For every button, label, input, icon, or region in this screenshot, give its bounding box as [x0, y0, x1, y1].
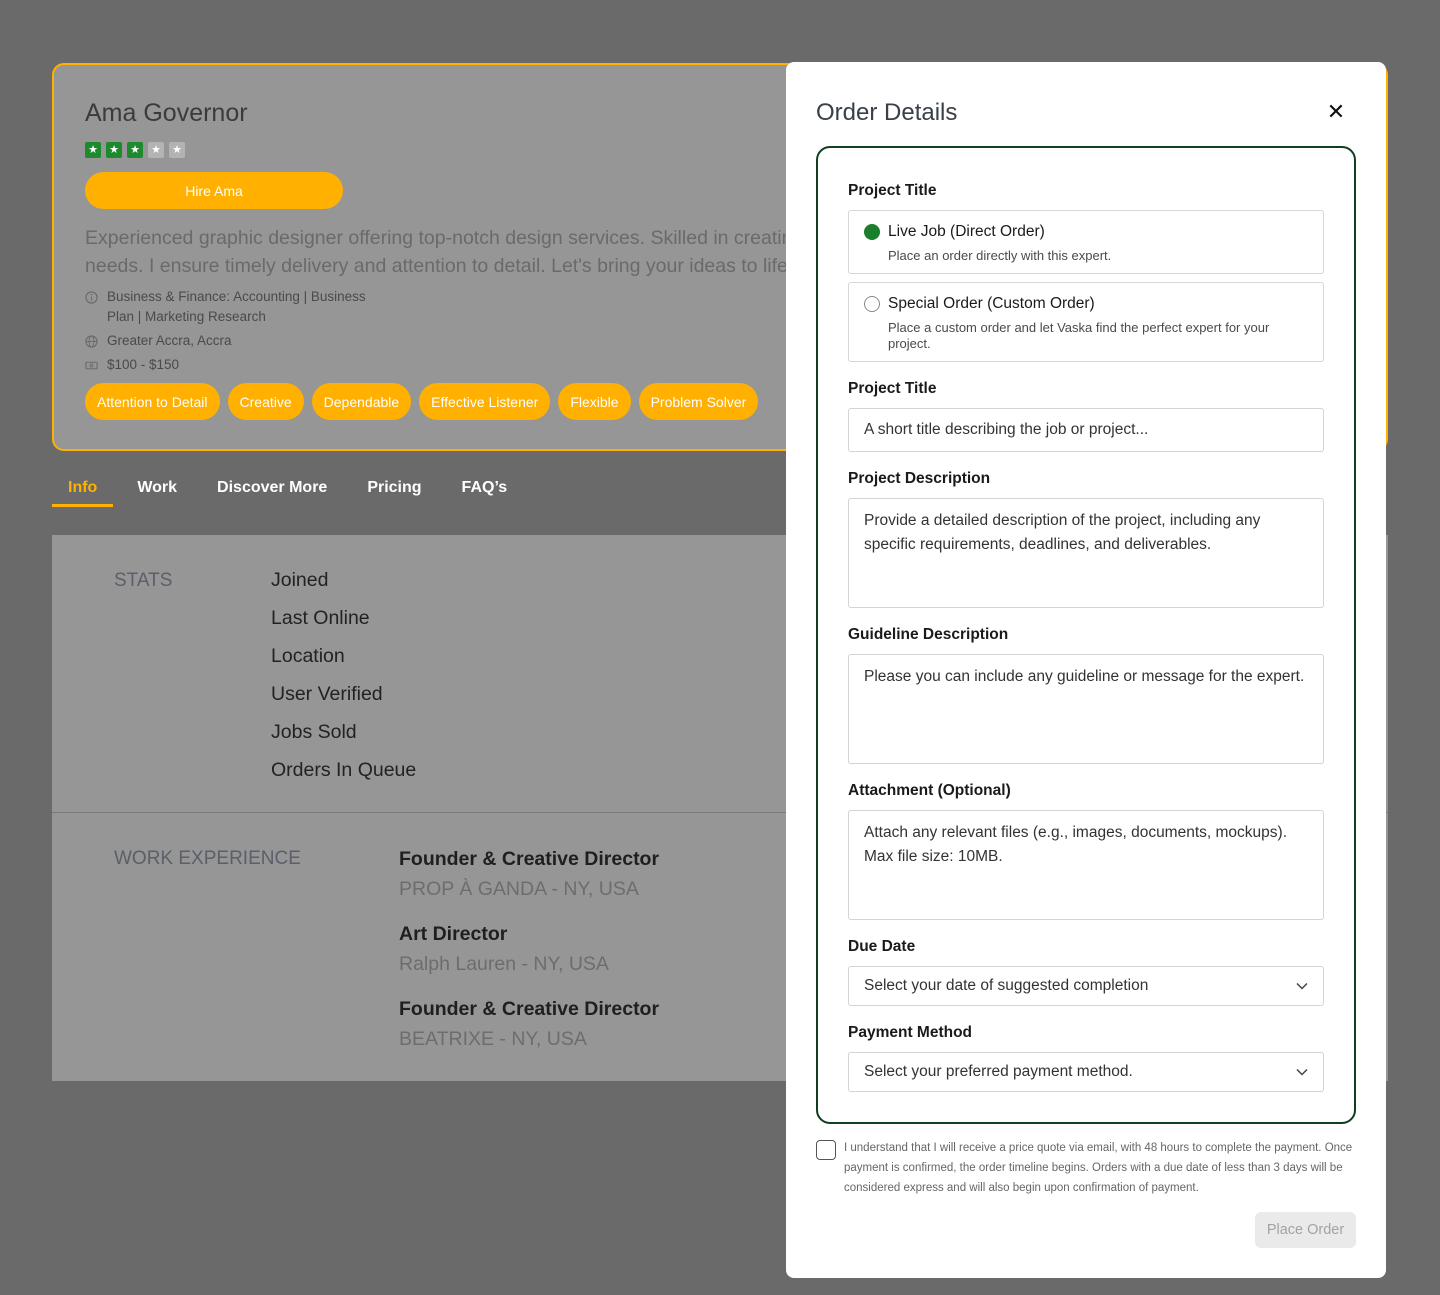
work-experience-label: WORK EXPERIENCE	[114, 848, 301, 869]
star-icon: ★	[127, 142, 143, 158]
skill-tag[interactable]: Creative	[227, 383, 304, 420]
money-icon	[85, 361, 98, 370]
rating-stars: ★ ★ ★ ★ ★	[85, 142, 185, 158]
radio-checked[interactable]	[864, 224, 880, 240]
star-icon: ★	[148, 142, 164, 158]
price-row: $100 - $150	[85, 355, 179, 375]
option-desc: Place an order directly with this expert…	[888, 248, 1112, 263]
option-live-job[interactable]: Live Job (Direct Order) Place an order d…	[848, 210, 1324, 274]
option-title: Live Job (Direct Order)	[888, 223, 1045, 240]
globe-icon	[85, 335, 98, 348]
job-title: Founder & Creative Director	[399, 998, 660, 1020]
tab-pricing[interactable]: Pricing	[351, 467, 437, 507]
job-company: Ralph Lauren - NY, USA	[399, 953, 609, 975]
profile-tabs: Info Work Discover More Pricing FAQ’s	[52, 467, 531, 507]
project-title-label: Project Title	[848, 380, 937, 397]
job-company: PROP À GANDA - NY, USA	[399, 878, 639, 900]
location-row: Greater Accra, Accra	[85, 331, 232, 351]
stat-item: User Verified	[271, 683, 383, 705]
option-title: Special Order (Custom Order)	[888, 295, 1095, 312]
payment-label: Payment Method	[848, 1024, 973, 1041]
star-icon: ★	[169, 142, 185, 158]
radio-unchecked[interactable]	[864, 296, 880, 312]
stat-item: Jobs Sold	[271, 721, 357, 743]
skill-tag[interactable]: Problem Solver	[638, 383, 759, 420]
chevron-down-icon	[1296, 1068, 1308, 1076]
star-icon: ★	[106, 142, 122, 158]
job-title: Art Director	[399, 923, 508, 945]
modal-title: Order Details	[816, 99, 958, 126]
job-company: BEATRIXE - NY, USA	[399, 1028, 587, 1050]
hire-button[interactable]: Hire Ama	[85, 172, 343, 209]
order-type-label: Project Title	[848, 182, 937, 199]
due-date-select[interactable]: Select your date of suggested completion	[848, 966, 1324, 1006]
skill-tag[interactable]: Attention to Detail	[85, 383, 220, 420]
order-form: Project Title Live Job (Direct Order) Pl…	[816, 146, 1356, 1124]
info-icon	[85, 291, 98, 304]
payment-method-value: Select your preferred payment method.	[864, 1063, 1133, 1080]
attachment-label: Attachment (Optional)	[848, 782, 1011, 799]
profile-name: Ama Governor	[85, 99, 248, 127]
skill-tag[interactable]: Effective Listener	[419, 383, 551, 420]
payment-method-select[interactable]: Select your preferred payment method.	[848, 1052, 1324, 1092]
price-text: $100 - $150	[107, 357, 180, 372]
job-title: Founder & Creative Director	[399, 848, 660, 870]
tab-faqs[interactable]: FAQ’s	[446, 467, 524, 507]
due-date-label: Due Date	[848, 938, 916, 955]
description-label: Project Description	[848, 470, 991, 487]
consent-text: I understand that I will receive a price…	[844, 1142, 1353, 1194]
skill-tag[interactable]: Dependable	[311, 383, 412, 420]
star-icon: ★	[85, 142, 101, 158]
option-special-order[interactable]: Special Order (Custom Order) Place a cus…	[848, 282, 1324, 362]
option-desc: Place a custom order and let Vaska find …	[888, 320, 1270, 351]
category-row: Business & Finance: Accounting | Busines…	[85, 287, 385, 327]
stat-item: Orders In Queue	[271, 759, 417, 781]
stats-label: STATS	[114, 570, 173, 591]
stat-item: Location	[271, 645, 345, 667]
due-date-value: Select your date of suggested completion	[864, 977, 1149, 994]
stat-item: Joined	[271, 569, 329, 591]
attachment-dropzone[interactable]: Attach any relevant files (e.g., images,…	[848, 810, 1324, 920]
close-icon[interactable]: ✕	[1326, 101, 1346, 123]
location-text: Greater Accra, Accra	[107, 333, 232, 348]
skill-tag[interactable]: Flexible	[558, 383, 631, 420]
guideline-textarea[interactable]: Please you can include any guideline or …	[848, 654, 1324, 764]
skill-tags: Attention to Detail Creative Dependable …	[85, 383, 759, 420]
order-details-modal: Order Details ✕ Project Title Live Job (…	[786, 62, 1386, 1278]
guideline-label: Guideline Description	[848, 626, 1009, 643]
consent-checkbox[interactable]	[816, 1140, 836, 1160]
description-textarea[interactable]: Provide a detailed description of the pr…	[848, 498, 1324, 608]
stat-item: Last Online	[271, 607, 370, 629]
place-order-button[interactable]: Place Order	[1255, 1212, 1356, 1248]
project-title-input[interactable]: A short title describing the job or proj…	[848, 408, 1324, 452]
category-text: Business & Finance: Accounting | Busines…	[107, 289, 366, 324]
chevron-down-icon	[1296, 982, 1308, 990]
tab-info[interactable]: Info	[52, 467, 114, 507]
tab-work[interactable]: Work	[121, 467, 193, 507]
tab-discover-more[interactable]: Discover More	[201, 467, 343, 507]
